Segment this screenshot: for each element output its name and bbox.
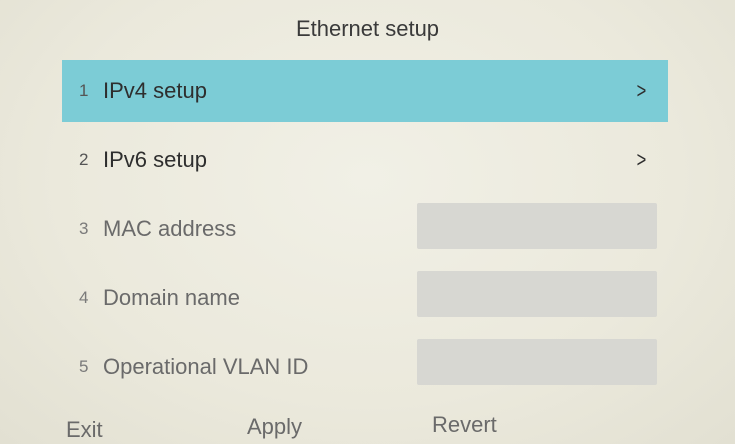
menu-item-number: 4 xyxy=(79,288,89,307)
revert-softkey[interactable]: Revert xyxy=(432,412,497,438)
menu-item-number: 2 xyxy=(79,150,89,169)
menu-item-number: 1 xyxy=(79,81,89,100)
menu-item-number: 5 xyxy=(79,357,89,376)
menu-item-label: Operational VLAN ID xyxy=(103,354,309,379)
menu-item-operational-vlan-id[interactable]: 5 Operational VLAN ID xyxy=(62,336,668,398)
page-title: Ethernet setup xyxy=(295,16,440,41)
menu-item-label: Domain name xyxy=(103,285,240,310)
exit-softkey[interactable]: Exit xyxy=(66,417,103,443)
menu-item-label: IPv6 setup xyxy=(103,147,207,172)
domain-name-value-field xyxy=(417,271,657,317)
menu-item-ipv6-setup[interactable]: 2 IPv6 setup > xyxy=(62,129,668,191)
vlan-id-value-field xyxy=(417,339,657,385)
chevron-right-icon: > xyxy=(636,147,647,172)
menu-item-mac-address[interactable]: 3 MAC address xyxy=(62,198,668,260)
menu-item-number: 3 xyxy=(79,219,89,238)
menu-item-domain-name[interactable]: 4 Domain name xyxy=(62,267,668,329)
apply-softkey[interactable]: Apply xyxy=(247,414,302,440)
menu-item-label: MAC address xyxy=(103,216,237,241)
softkey-bar: Exit Apply Revert xyxy=(0,412,735,444)
menu-item-ipv4-setup[interactable]: 1 IPv4 setup > xyxy=(62,60,668,122)
menu-item-label: IPv4 setup xyxy=(103,78,207,103)
mac-address-value-field xyxy=(417,203,657,249)
chevron-right-icon: > xyxy=(636,78,647,103)
